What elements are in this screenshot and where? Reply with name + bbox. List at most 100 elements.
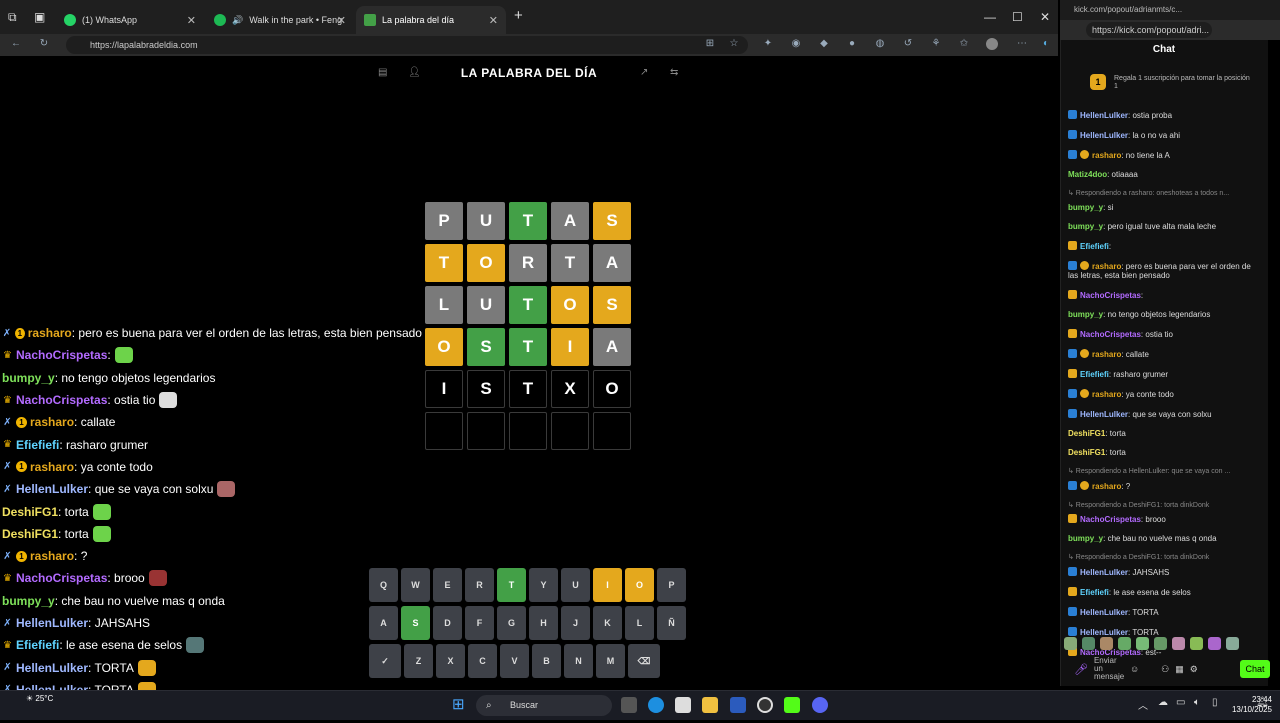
minimize-button[interactable]: — [984, 10, 996, 24]
extension-icon[interactable]: ↺ [902, 38, 914, 50]
task-view-icon[interactable] [621, 697, 637, 713]
speaker-icon[interactable]: 🔊 [232, 15, 243, 26]
menu-icon[interactable]: ⋯ [1016, 38, 1028, 50]
extension-icon[interactable]: ✦ [762, 38, 774, 50]
chat-username[interactable]: DeshiFG1 [1068, 429, 1105, 438]
close-icon[interactable]: ✕ [187, 14, 196, 27]
key-m[interactable]: M [596, 644, 625, 678]
key-g[interactable]: G [497, 606, 526, 640]
chat-username[interactable]: HellenLulker [1080, 111, 1128, 120]
extension-icon[interactable]: ◉ [790, 38, 802, 50]
key-u[interactable]: U [561, 568, 590, 602]
favorite-star-icon[interactable]: ☆ [728, 38, 740, 50]
key-f[interactable]: F [465, 606, 494, 640]
apps-icon[interactable]: ⊞ [704, 38, 716, 50]
key-ñ[interactable]: Ñ [657, 606, 686, 640]
back-icon[interactable]: ← [10, 38, 22, 50]
key-r[interactable]: R [465, 568, 494, 602]
chat-send-button[interactable]: Chat [1240, 660, 1270, 678]
chat-username[interactable]: NachoCrispetas [1080, 330, 1141, 339]
weather-widget[interactable]: ☀︎ 25°C [26, 694, 53, 703]
chat-username[interactable]: rasharo [1092, 350, 1121, 359]
tab-palabra[interactable]: La palabra del día ✕ [356, 6, 506, 34]
key-e[interactable]: E [433, 568, 462, 602]
chat-input[interactable]: Enviar un mensaje [1094, 657, 1124, 681]
emote-button[interactable] [1154, 636, 1167, 650]
windows-start-icon[interactable]: ⊞ [452, 697, 468, 713]
chat-username[interactable]: Efiefiefi [1080, 242, 1109, 251]
key-k[interactable]: K [593, 606, 622, 640]
pinned-gift-banner[interactable]: Regala 1 suscripción para tomar la posic… [1114, 75, 1254, 91]
settings-icon[interactable]: ⇆ [670, 67, 678, 78]
chat-username[interactable]: Efiefiefi [1080, 588, 1109, 597]
popout-url-bar[interactable]: https://kick.com/popout/adri... [1086, 22, 1212, 38]
backspace-key[interactable]: ⌫ [628, 644, 660, 678]
close-icon[interactable]: ✕ [337, 14, 346, 27]
network-icon[interactable]: ▭ [1176, 697, 1192, 713]
chat-username[interactable]: DeshiFG1 [1068, 448, 1105, 457]
emote-button[interactable] [1136, 636, 1149, 650]
key-b[interactable]: B [532, 644, 561, 678]
gear-icon[interactable]: ⚙ [1190, 664, 1198, 675]
key-p[interactable]: P [657, 568, 686, 602]
emote-button[interactable] [1172, 636, 1185, 650]
emote-button[interactable] [1118, 636, 1131, 650]
kick-app-icon[interactable] [784, 697, 800, 713]
microphone-icon[interactable]: 🎤︎ [1074, 663, 1088, 676]
close-window-button[interactable]: ✕ [1040, 10, 1050, 24]
chrome-icon[interactable] [757, 697, 773, 713]
key-y[interactable]: Y [529, 568, 558, 602]
key-c[interactable]: C [468, 644, 497, 678]
close-icon[interactable]: ✕ [489, 14, 498, 27]
extension-icon[interactable]: ⚘ [930, 38, 942, 50]
favorites-icon[interactable]: ✩ [958, 38, 970, 50]
chat-username[interactable]: rasharo [1092, 482, 1121, 491]
key-l[interactable]: L [625, 606, 654, 640]
tray-app-icon[interactable]: ☁ [1158, 697, 1174, 713]
maximize-button[interactable]: ☐ [1012, 10, 1023, 24]
emote-button[interactable] [1100, 636, 1113, 650]
store-icon[interactable] [675, 697, 691, 713]
profile-avatar[interactable] [986, 38, 998, 50]
chat-username[interactable]: Matiz4doo [1068, 170, 1107, 179]
edge-icon[interactable] [648, 697, 664, 713]
url-bar[interactable]: https://lapalabradeldia.com [66, 36, 748, 54]
tab-whatsapp[interactable]: (1) WhatsApp ✕ [56, 6, 204, 34]
chat-username[interactable]: rasharo [1092, 390, 1121, 399]
chat-username[interactable]: bumpy_y [1068, 310, 1103, 319]
copilot-icon[interactable]: ◐ [1040, 38, 1052, 50]
tab-spotify[interactable]: 🔊 Walk in the park • Feng ✕ [206, 6, 354, 34]
chat-username[interactable]: HellenLulker [1080, 568, 1128, 577]
extension-icon[interactable]: ◆ [818, 38, 830, 50]
chat-username[interactable]: bumpy_y [1068, 203, 1103, 212]
refresh-icon[interactable]: ↻ [38, 38, 50, 50]
key-i[interactable]: I [593, 568, 622, 602]
word-icon[interactable] [730, 697, 746, 713]
tab-actions-icon[interactable]: ▣ [34, 10, 45, 24]
discord-icon[interactable] [812, 697, 828, 713]
emoji-icon[interactable]: ☺ [1130, 664, 1139, 674]
emote-button[interactable] [1226, 636, 1239, 650]
chat-username[interactable]: HellenLulker [1080, 410, 1128, 419]
chat-username[interactable]: NachoCrispetas [1080, 291, 1141, 300]
chat-username[interactable]: NachoCrispetas [1080, 515, 1141, 524]
chat-username[interactable]: HellenLulker [1080, 131, 1128, 140]
chat-username[interactable]: bumpy_y [1068, 222, 1103, 231]
extension-icon[interactable]: ◍ [874, 38, 886, 50]
key-x[interactable]: X [436, 644, 465, 678]
chat-username[interactable]: rasharo [1092, 151, 1121, 160]
key-h[interactable]: H [529, 606, 558, 640]
emote-button[interactable] [1208, 636, 1221, 650]
key-n[interactable]: N [564, 644, 593, 678]
tray-chevron-icon[interactable]: ︿ [1138, 697, 1154, 713]
emote-button[interactable] [1064, 636, 1077, 650]
key-v[interactable]: V [500, 644, 529, 678]
chat-username[interactable]: Efiefiefi [1080, 370, 1109, 379]
key-j[interactable]: J [561, 606, 590, 640]
notifications-icon[interactable]: 🔔︎ [1256, 697, 1272, 713]
emote-button[interactable] [1082, 636, 1095, 650]
extension-icon[interactable]: ● [846, 38, 858, 50]
new-tab-button[interactable]: + [514, 7, 523, 24]
key-d[interactable]: D [433, 606, 462, 640]
key-t[interactable]: T [497, 568, 526, 602]
